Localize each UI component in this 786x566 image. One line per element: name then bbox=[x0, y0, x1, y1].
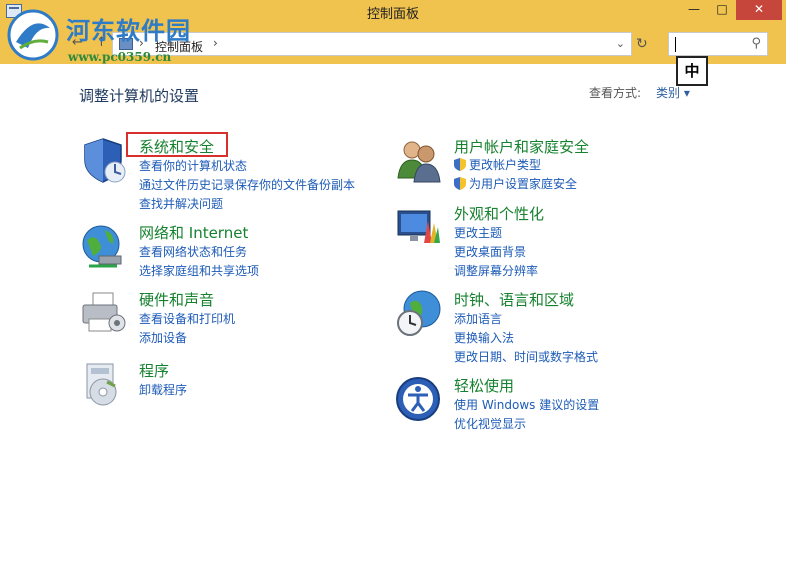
maximize-button[interactable]: □ bbox=[708, 0, 736, 20]
refresh-icon[interactable]: ↻ bbox=[636, 36, 648, 52]
category-user-accounts: 用户帐户和家庭安全 更改帐户类型 为用户设置家庭安全 bbox=[394, 136, 714, 196]
link-change-account-type-label: 更改帐户类型 bbox=[469, 158, 542, 172]
watermark-logo-icon bbox=[7, 9, 59, 61]
category-title-user-accounts[interactable]: 用户帐户和家庭安全 bbox=[454, 136, 589, 157]
link-view-network-status[interactable]: 查看网络状态和任务 bbox=[139, 243, 247, 260]
link-screen-resolution[interactable]: 调整屏幕分辨率 bbox=[454, 262, 538, 279]
link-change-desktop-background[interactable]: 更改桌面背景 bbox=[454, 243, 526, 260]
uac-shield-icon bbox=[454, 158, 466, 171]
minimize-button[interactable]: — bbox=[680, 0, 708, 20]
link-windows-recommended-settings[interactable]: 使用 Windows 建议的设置 bbox=[454, 396, 599, 413]
link-uninstall-program[interactable]: 卸载程序 bbox=[139, 381, 187, 398]
link-devices-printers[interactable]: 查看设备和打印机 bbox=[139, 310, 235, 327]
globe-network-icon[interactable] bbox=[79, 222, 127, 270]
close-button[interactable]: ✕ bbox=[736, 0, 782, 20]
link-troubleshoot[interactable]: 查找并解决问题 bbox=[139, 195, 223, 212]
search-icon[interactable]: ⚲ bbox=[751, 36, 761, 51]
link-homegroup-sharing[interactable]: 选择家庭组和共享选项 bbox=[139, 262, 259, 279]
category-system-security: 系统和安全 查看你的计算机状态 通过文件历史记录保存你的文件备份副本 查找并解决… bbox=[79, 136, 379, 212]
text-caret bbox=[675, 37, 676, 52]
link-date-time-number-format[interactable]: 更改日期、时间或数字格式 bbox=[454, 348, 598, 365]
category-appearance: 外观和个性化 更改主题 更改桌面背景 调整屏幕分辨率 bbox=[394, 203, 714, 279]
category-title-ease-of-access[interactable]: 轻松使用 bbox=[454, 375, 514, 396]
watermark-url: www.pc0359.cn bbox=[68, 50, 172, 64]
link-add-language[interactable]: 添加语言 bbox=[454, 310, 502, 327]
page-title: 调整计算机的设置 bbox=[79, 87, 200, 105]
ime-indicator[interactable]: 中 bbox=[676, 56, 708, 86]
watermark-title: 河东软件园 bbox=[66, 17, 191, 45]
printer-icon[interactable] bbox=[79, 289, 127, 337]
link-family-safety-label: 为用户设置家庭安全 bbox=[469, 177, 578, 191]
link-view-computer-status[interactable]: 查看你的计算机状态 bbox=[139, 157, 247, 174]
category-programs: 程序 卸载程序 bbox=[79, 360, 379, 408]
link-change-theme[interactable]: 更改主题 bbox=[454, 224, 502, 241]
chevron-down-icon[interactable]: ⌄ bbox=[616, 37, 625, 50]
category-clock-language-region: 时钟、语言和区域 添加语言 更换输入法 更改日期、时间或数字格式 bbox=[394, 289, 714, 365]
view-by-label: 查看方式: bbox=[589, 86, 642, 100]
category-hardware-sound: 硬件和声音 查看设备和打印机 添加设备 bbox=[79, 289, 379, 347]
clock-globe-icon[interactable] bbox=[394, 289, 442, 337]
link-optimize-visual-display[interactable]: 优化视觉显示 bbox=[454, 415, 526, 432]
category-title-programs[interactable]: 程序 bbox=[139, 360, 169, 381]
highlight-box bbox=[126, 132, 228, 157]
users-icon[interactable] bbox=[394, 136, 442, 184]
ease-of-access-icon[interactable] bbox=[394, 375, 442, 423]
category-network-internet: 网络和 Internet 查看网络状态和任务 选择家庭组和共享选项 bbox=[79, 222, 379, 280]
category-title-network-internet[interactable]: 网络和 Internet bbox=[139, 222, 248, 243]
breadcrumb-separator-end[interactable]: › bbox=[213, 36, 218, 50]
category-title-hardware-sound[interactable]: 硬件和声音 bbox=[139, 289, 214, 310]
appearance-icon[interactable] bbox=[394, 203, 442, 251]
link-change-account-type[interactable]: 更改帐户类型 bbox=[454, 156, 541, 173]
link-file-history-backup[interactable]: 通过文件历史记录保存你的文件备份副本 bbox=[139, 176, 355, 193]
programs-icon[interactable] bbox=[79, 360, 127, 408]
category-title-appearance[interactable]: 外观和个性化 bbox=[454, 203, 544, 224]
link-family-safety[interactable]: 为用户设置家庭安全 bbox=[454, 175, 577, 192]
link-change-input-method[interactable]: 更换输入法 bbox=[454, 329, 514, 346]
link-add-device[interactable]: 添加设备 bbox=[139, 329, 187, 346]
category-title-clock-language-region[interactable]: 时钟、语言和区域 bbox=[454, 289, 574, 310]
search-input[interactable]: ⚲ bbox=[668, 32, 768, 56]
uac-shield-icon bbox=[454, 177, 466, 190]
shield-icon[interactable] bbox=[79, 136, 127, 184]
category-ease-of-access: 轻松使用 使用 Windows 建议的设置 优化视觉显示 bbox=[394, 375, 714, 433]
view-by-dropdown[interactable]: 类别 bbox=[656, 84, 690, 101]
